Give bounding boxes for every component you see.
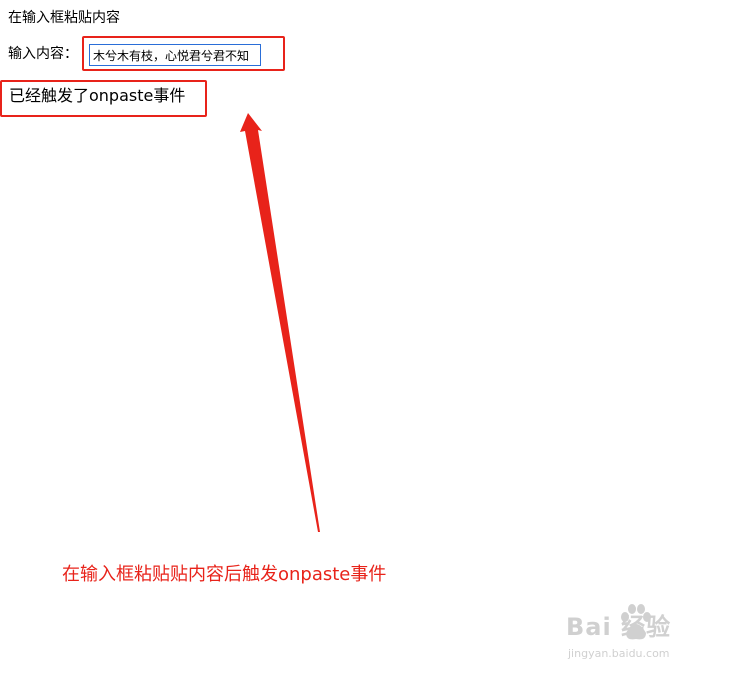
paw-icon xyxy=(621,604,651,640)
annotation-caption: 在输入框粘贴贴内容后触发onpaste事件 xyxy=(62,564,387,585)
arrow-shape xyxy=(240,113,320,532)
watermark: Bai 经验 jingyan.baidu.com xyxy=(566,603,726,663)
page: 在输入框粘贴内容 输入内容： 已经触发了onpaste事件 在输入框粘贴贴内容后… xyxy=(0,0,741,681)
watermark-url: jingyan.baidu.com xyxy=(568,647,670,660)
